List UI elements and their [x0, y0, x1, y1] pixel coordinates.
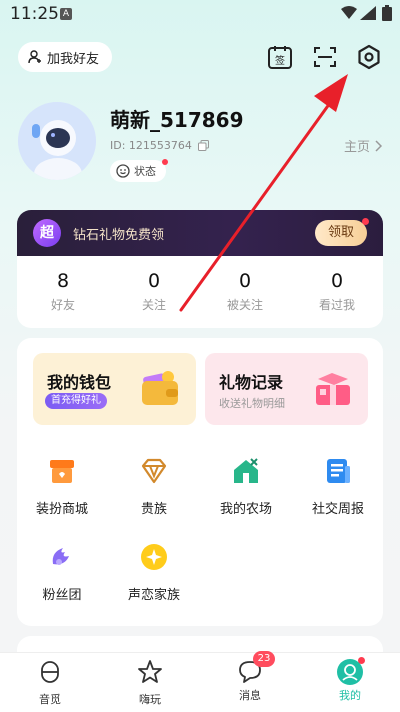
svg-text:签: 签: [275, 54, 285, 67]
stat-friends[interactable]: 8 好友: [23, 270, 103, 313]
fan-icon: [52, 548, 69, 565]
status-bar: 11:25 A: [0, 0, 400, 28]
stat-label: 看过我: [318, 298, 355, 312]
tab-label: 消息: [239, 689, 261, 702]
claim-label: 领取: [327, 225, 354, 240]
avatar[interactable]: [18, 102, 96, 180]
voice-icon: [41, 661, 59, 683]
vip-banner[interactable]: 超 钻石礼物免费领 领取: [17, 210, 383, 256]
tab-mine[interactable]: 我的: [320, 657, 380, 703]
status-button[interactable]: 状态: [110, 159, 168, 182]
status-dot: [162, 159, 168, 165]
user-id: ID: 121553764: [110, 139, 209, 152]
stat-visitors[interactable]: 0 看过我: [297, 270, 377, 313]
stat-num: 0: [330, 270, 344, 292]
status-time: 11:25: [10, 4, 59, 24]
grid-label: 社交周报: [311, 502, 364, 517]
stat-num: 0: [147, 270, 161, 292]
username: 萌新_517869: [110, 108, 244, 132]
calendar-sign-icon[interactable]: 签: [267, 44, 293, 70]
copy-icon[interactable]: [197, 140, 209, 151]
tab-haiwan[interactable]: 嗨玩: [120, 659, 180, 707]
shop-icon: [50, 460, 74, 483]
star-outline-icon: [138, 660, 162, 683]
profile-icon-wrap: [337, 657, 365, 685]
grid-label: 贵族: [140, 502, 167, 517]
diamond-icon: [141, 458, 167, 484]
wallet-card[interactable]: 我的钱包 首充得好礼: [33, 353, 196, 425]
bottom-tabbar: 音觅 嗨玩 23 消息 我的: [0, 651, 400, 712]
tab-yinmi[interactable]: 音觅: [20, 659, 80, 707]
smile-icon: [116, 164, 130, 178]
stat-label: 被关注: [226, 298, 263, 312]
stat-num: 0: [238, 270, 252, 292]
grid-report[interactable]: 社交周报: [293, 456, 383, 517]
scan-icon[interactable]: [312, 44, 338, 70]
stats-card: 8 好友 0 关注 0 被关注 0 看过我: [17, 256, 383, 328]
menu-card: 我的钱包 首充得好礼 礼物记录 收送礼物明细 装扮商城 贵族 我的农场 社交周报…: [17, 338, 383, 626]
notification-icon: A: [60, 8, 72, 20]
gift-box-icon: [316, 373, 350, 405]
tab-label: 我的: [339, 689, 361, 702]
grid-family[interactable]: 声恋家族: [109, 542, 199, 603]
battery-icon: [382, 5, 392, 21]
status-label: 状态: [134, 165, 156, 178]
gift-sub: 收送礼物明细: [219, 397, 285, 410]
vip-text: 钻石礼物免费领: [73, 228, 165, 243]
stat-label: 好友: [50, 298, 75, 312]
stat-label: 关注: [141, 298, 166, 312]
add-friend-button[interactable]: 加我好友: [18, 42, 112, 72]
star-icon: [141, 544, 167, 570]
message-badge: 23: [253, 651, 275, 667]
vip-badge-icon: 超: [33, 219, 61, 247]
settings-icon[interactable]: [356, 44, 382, 70]
claim-button[interactable]: 领取: [315, 218, 369, 246]
grid-fans[interactable]: 粉丝团: [17, 542, 107, 603]
grid-shop[interactable]: 装扮商城: [17, 456, 107, 517]
add-friend-label: 加我好友: [47, 51, 100, 67]
signal-icon: [360, 6, 376, 20]
stat-followers[interactable]: 0 被关注: [205, 270, 285, 313]
grid-label: 我的农场: [219, 502, 272, 517]
grid-noble[interactable]: 贵族: [109, 456, 199, 517]
tab-messages[interactable]: 23 消息: [220, 651, 280, 703]
wifi-icon: [341, 6, 357, 19]
chevron-right-icon: [375, 139, 383, 152]
wallet-sub: 首充得好礼: [45, 393, 107, 409]
homepage-link[interactable]: 主页: [344, 136, 383, 155]
stat-following[interactable]: 0 关注: [114, 270, 194, 313]
message-icon-wrap: 23: [237, 651, 275, 685]
gift-title: 礼物记录: [219, 373, 284, 392]
user-id-text: ID: 121553764: [110, 139, 192, 152]
wallet-title: 我的钱包: [47, 373, 112, 392]
report-icon: [327, 459, 350, 483]
grid-label: 声恋家族: [127, 588, 180, 603]
stat-num: 8: [56, 270, 70, 292]
tab-label: 音觅: [39, 693, 61, 706]
grid-label: 粉丝团: [42, 588, 82, 603]
tab-dot: [358, 657, 365, 664]
claim-dot: [362, 218, 369, 225]
gift-record-card[interactable]: 礼物记录 收送礼物明细: [205, 353, 368, 425]
astronaut-avatar-icon: [18, 102, 96, 180]
homepage-label: 主页: [344, 140, 371, 155]
grid-label: 装扮商城: [35, 502, 88, 517]
add-user-icon: [28, 50, 41, 64]
farm-icon: [234, 458, 258, 483]
tab-label: 嗨玩: [139, 693, 161, 706]
grid-farm[interactable]: 我的农场: [201, 456, 291, 517]
wallet-icon: [142, 371, 178, 405]
